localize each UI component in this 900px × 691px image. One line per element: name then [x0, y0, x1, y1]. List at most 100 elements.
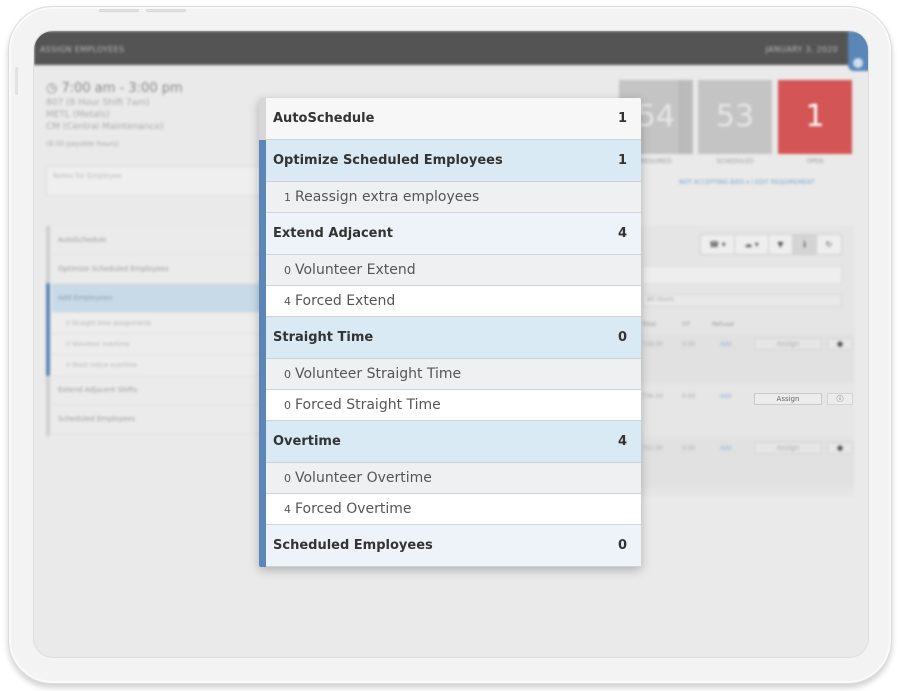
item-label: Forced Overtime: [295, 501, 412, 517]
page-title: ASSIGN EMPLOYEES: [40, 45, 125, 54]
summary-group: Scheduled Employees 0: [259, 525, 641, 567]
group-item[interactable]: 0 Forced Straight Time: [266, 390, 641, 421]
add-refusal-link[interactable]: Add: [720, 393, 732, 400]
item-label: Forced Extend: [295, 293, 396, 309]
group-accent-bar: [259, 98, 266, 140]
group-count: 0: [617, 538, 627, 553]
item-label: Volunteer Extend: [295, 262, 416, 278]
settings-tab[interactable]: [848, 31, 868, 71]
payable-hours: (8.00 payable hours): [46, 140, 120, 148]
edit-requirement-link[interactable]: EDIT REQUIREMENT: [755, 179, 815, 186]
volume-up-button: [99, 9, 139, 12]
not-accepting-bids-link[interactable]: NOT ACCEPTING BIDS: [679, 179, 744, 186]
scheduled-label: SCHEDULED: [716, 158, 754, 165]
shift-group: CM (Central Maintenance): [46, 122, 164, 132]
shift-info: ◷ 7:00 am - 3:00 pm 807 (8 Hour Shift 7a…: [46, 81, 183, 148]
group-accent-bar: [259, 421, 266, 525]
sidebar-subitem-volunteer-overtime[interactable]: 0 Volunteer overtime: [52, 334, 276, 355]
sidebar-item-autoschedule[interactable]: AutoSchedule: [52, 226, 276, 255]
summary-group: Optimize Scheduled Employees 1 1 Reassign e…: [259, 140, 641, 213]
open-label: OPEN: [806, 158, 824, 165]
shift-code: 807 (8 Hour Shift 7am): [46, 98, 150, 108]
group-accent-bar: [259, 213, 266, 317]
sidebar-item-add-employees[interactable]: Add Employees: [52, 284, 276, 313]
clock-icon: ◷: [46, 81, 62, 96]
item-count: 4: [284, 502, 291, 516]
sidebar-item-extend-adjacent[interactable]: Extend Adjacent Shifts: [52, 376, 276, 405]
summary-group: AutoSchedule 1: [259, 98, 641, 140]
table-row: 752.00 0.00 Add Assign ●: [634, 438, 854, 488]
item-label: Volunteer Overtime: [295, 470, 432, 486]
item-label: Forced Straight Time: [295, 397, 441, 413]
sidebar-item-scheduled-employees[interactable]: Scheduled Employees: [52, 405, 276, 434]
group-count: 4: [617, 434, 627, 449]
phone-icon[interactable]: ☎ ▾: [701, 235, 735, 254]
group-item[interactable]: 4 Forced Extend: [266, 286, 641, 317]
group-item[interactable]: 1 Reassign extra employees: [266, 182, 641, 213]
col-ot: OT: [682, 321, 691, 328]
assign-button[interactable]: Assign: [754, 442, 822, 454]
add-refusal-link[interactable]: Add: [720, 445, 732, 452]
col-total: Total: [642, 321, 657, 328]
group-header[interactable]: Straight Time 0: [266, 317, 641, 359]
group-item[interactable]: 0 Volunteer Overtime: [266, 463, 641, 494]
group-count: 0: [617, 330, 627, 345]
item-label: Volunteer Straight Time: [295, 366, 462, 382]
group-header[interactable]: AutoSchedule 1: [266, 98, 641, 140]
group-label: Overtime: [273, 434, 341, 449]
required-spinner[interactable]: [679, 80, 693, 154]
assign-button[interactable]: Assign: [754, 338, 822, 350]
required-value: 54: [636, 99, 676, 134]
top-bar: ASSIGN EMPLOYEES JANUARY 3, 2020: [34, 31, 868, 71]
sidebar-subitem-straight-time[interactable]: 0 Straight time assignments: [52, 313, 276, 334]
add-refusal-link[interactable]: Add: [720, 341, 732, 348]
gear-icon: [853, 58, 863, 68]
group-label: Scheduled Employees: [273, 538, 433, 553]
item-count: 0: [284, 398, 291, 412]
group-item[interactable]: 4 Forced Overtime: [266, 494, 641, 525]
toolbar: ☎ ▾ ☁ ▾ ▼ ℹ ↻: [700, 234, 842, 255]
item-label: Reassign extra employees: [295, 189, 480, 205]
sidebar: AutoSchedule Optimize Scheduled Employee…: [46, 226, 276, 436]
group-accent-bar: [259, 525, 266, 567]
group-header[interactable]: Scheduled Employees 0: [266, 525, 641, 567]
group-item[interactable]: 0 Volunteer Straight Time: [266, 359, 641, 390]
group-header[interactable]: Extend Adjacent 4: [266, 213, 641, 255]
search-input[interactable]: [642, 266, 842, 284]
item-count: 0: [284, 367, 291, 381]
scheduled-tile: 53: [698, 80, 772, 154]
hours-select[interactable]: All Hours: [642, 294, 842, 307]
date-label: JANUARY 3, 2020: [765, 45, 838, 54]
group-header[interactable]: Overtime 4: [266, 421, 641, 463]
sidebar-item-optimize[interactable]: Optimize Scheduled Employees: [52, 255, 276, 284]
info-button[interactable]: ●: [827, 442, 853, 454]
info-icon[interactable]: ℹ: [793, 235, 817, 254]
group-label: AutoSchedule: [273, 111, 375, 126]
power-button: [15, 67, 18, 95]
group-accent-bar: [259, 140, 266, 213]
summary-group: Straight Time 0 0 Volunteer Straight Time 0 F…: [259, 317, 641, 421]
employee-panel: ☎ ▾ ☁ ▾ ▼ ℹ ↻ All Hours Total OT Refusal…: [634, 226, 854, 496]
notes-input[interactable]: Notes for Employee: [46, 166, 276, 196]
group-item[interactable]: 0 Volunteer Extend: [266, 255, 641, 286]
table-row: 728.00 0.00 Add Assign ●: [634, 334, 854, 382]
filter-icon[interactable]: ▼: [769, 235, 793, 254]
shift-department: METL (Metals): [46, 110, 110, 120]
group-accent-bar: [259, 317, 266, 421]
group-label: Optimize Scheduled Employees: [273, 153, 503, 168]
info-button[interactable]: ⓘ: [827, 393, 853, 405]
scheduled-value: 53: [715, 99, 755, 134]
refresh-icon[interactable]: ↻: [817, 235, 841, 254]
assignment-summary-popover: AutoSchedule 1 Optimize Scheduled Employee…: [259, 98, 641, 567]
item-count: 4: [284, 294, 291, 308]
group-count: 1: [617, 111, 627, 126]
sidebar-subitem-short-notice-overtime[interactable]: 0 Short notice overtime: [52, 355, 276, 376]
summary-group: Extend Adjacent 4 0 Volunteer Extend 4 Forced…: [259, 213, 641, 317]
group-label: Extend Adjacent: [273, 226, 393, 241]
item-count: 0: [284, 263, 291, 277]
assign-button[interactable]: Assign: [754, 393, 822, 405]
info-button[interactable]: ●: [827, 338, 853, 350]
group-header[interactable]: Optimize Scheduled Employees 1: [266, 140, 641, 182]
cloud-icon[interactable]: ☁ ▾: [735, 235, 769, 254]
item-count: 0: [284, 471, 291, 485]
